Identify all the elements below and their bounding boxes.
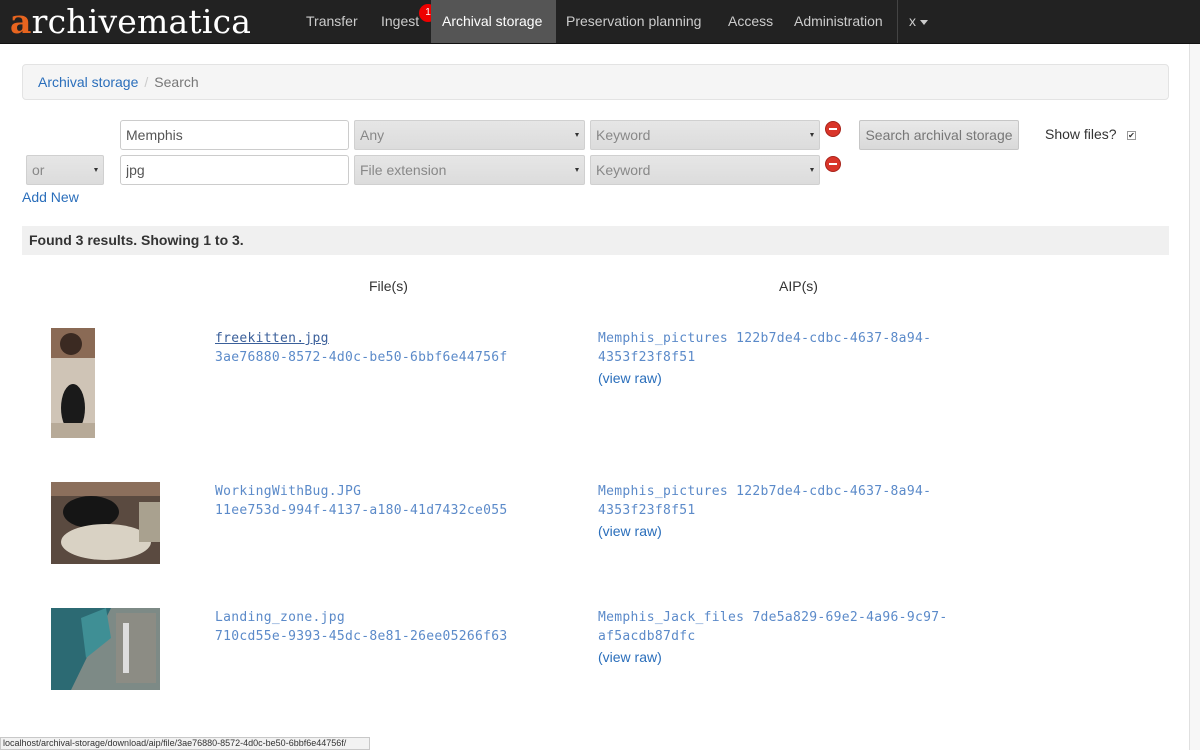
status-bar-url: localhost/archival-storage/download/aip/… [0, 737, 370, 750]
field-select-2[interactable]: File extension [354, 155, 585, 185]
view-raw-link[interactable]: (view raw) [598, 649, 662, 665]
result-aip-uuid-cont[interactable]: 4353f23f8f51 [598, 350, 696, 365]
breadcrumb-separator: / [144, 74, 149, 90]
user-menu[interactable]: x [898, 0, 939, 43]
nav-preservation-planning[interactable]: Preservation planning [555, 0, 712, 43]
boolean-op-value: or [32, 162, 45, 178]
dropdown-arrow-icon [810, 168, 814, 172]
type-select-2-value: Keyword [596, 162, 651, 178]
show-files-label: Show files? [1045, 126, 1117, 142]
breadcrumb-archival-storage-link[interactable]: Archival storage [38, 74, 138, 90]
search-archival-storage-button[interactable]: Search archival storage [859, 120, 1019, 150]
result-filename-link[interactable]: freekitten.jpg [215, 331, 329, 346]
search-term-input-1[interactable] [120, 120, 349, 150]
dropdown-arrow-icon [810, 133, 814, 137]
top-navbar: archivematica Transfer Ingest 1 Archival… [0, 0, 1200, 44]
result-file-uuid: 710cd55e-9393-45dc-8e81-26ee05266f63 [215, 629, 508, 644]
chevron-down-icon [920, 19, 928, 25]
dropdown-arrow-icon [575, 168, 579, 172]
thumbnail-image[interactable] [51, 608, 160, 690]
dropdown-arrow-icon [575, 133, 579, 137]
nav-administration[interactable]: Administration [783, 0, 894, 43]
search-term-input-2[interactable] [120, 155, 349, 185]
result-aip-uuid-cont[interactable]: 4353f23f8f51 [598, 503, 696, 518]
type-select-1[interactable]: Keyword [590, 120, 820, 150]
remove-row-2-button[interactable] [825, 156, 841, 172]
field-select-1[interactable]: Any [354, 120, 585, 150]
kitten-photo-thumbnail [51, 328, 95, 438]
type-select-2[interactable]: Keyword [590, 155, 820, 185]
add-new-link[interactable]: Add New [22, 189, 79, 205]
view-raw-link[interactable]: (view raw) [598, 370, 662, 386]
field-select-2-value: File extension [360, 162, 447, 178]
user-menu-label: x [909, 13, 916, 29]
result-aip-link[interactable]: Memphis_pictures 122b7de4-cdbc-4637-8a94… [598, 484, 931, 499]
result-aip-link[interactable]: Memphis_Jack_files 7de5a829-69e2-4a96-9c… [598, 610, 947, 625]
thumbnail-image[interactable] [51, 328, 95, 438]
results-summary: Found 3 results. Showing 1 to 3. [22, 226, 1169, 255]
nav-transfer[interactable]: Transfer [295, 0, 369, 43]
dropdown-arrow-icon [94, 168, 98, 172]
result-file-uuid: 11ee753d-994f-4137-a180-41d7432ce055 [215, 503, 508, 518]
files-column-header: File(s) [369, 278, 408, 294]
result-filename-link[interactable]: Landing_zone.jpg [215, 610, 345, 625]
nav-access[interactable]: Access [717, 0, 784, 43]
scrollbar[interactable] [1189, 44, 1200, 750]
type-select-1-value: Keyword [596, 127, 651, 143]
result-file-uuid: 3ae76880-8572-4d0c-be50-6bbf6e44756f [215, 350, 508, 365]
result-aip-uuid-cont[interactable]: af5acdb87dfc [598, 629, 696, 644]
remove-row-1-button[interactable] [825, 121, 841, 137]
view-raw-link[interactable]: (view raw) [598, 523, 662, 539]
thumbnail-image[interactable] [51, 482, 160, 564]
result-aip-link[interactable]: Memphis_pictures 122b7de4-cdbc-4637-8a94… [598, 331, 931, 346]
field-select-1-value: Any [360, 127, 385, 143]
archivematica-logo[interactable]: archivematica [10, 2, 251, 42]
breadcrumb: Archival storage / Search [22, 64, 1169, 100]
aerial-photo-thumbnail [51, 608, 160, 690]
aips-column-header: AIP(s) [779, 278, 818, 294]
breadcrumb-current: Search [154, 74, 199, 90]
show-files-checkbox[interactable]: ✔ [1127, 131, 1136, 140]
boolean-op-select[interactable]: or [26, 155, 104, 185]
bug-photo-thumbnail [51, 482, 160, 564]
nav-archival-storage[interactable]: Archival storage [431, 0, 556, 43]
result-filename-link[interactable]: WorkingWithBug.JPG [215, 484, 361, 499]
